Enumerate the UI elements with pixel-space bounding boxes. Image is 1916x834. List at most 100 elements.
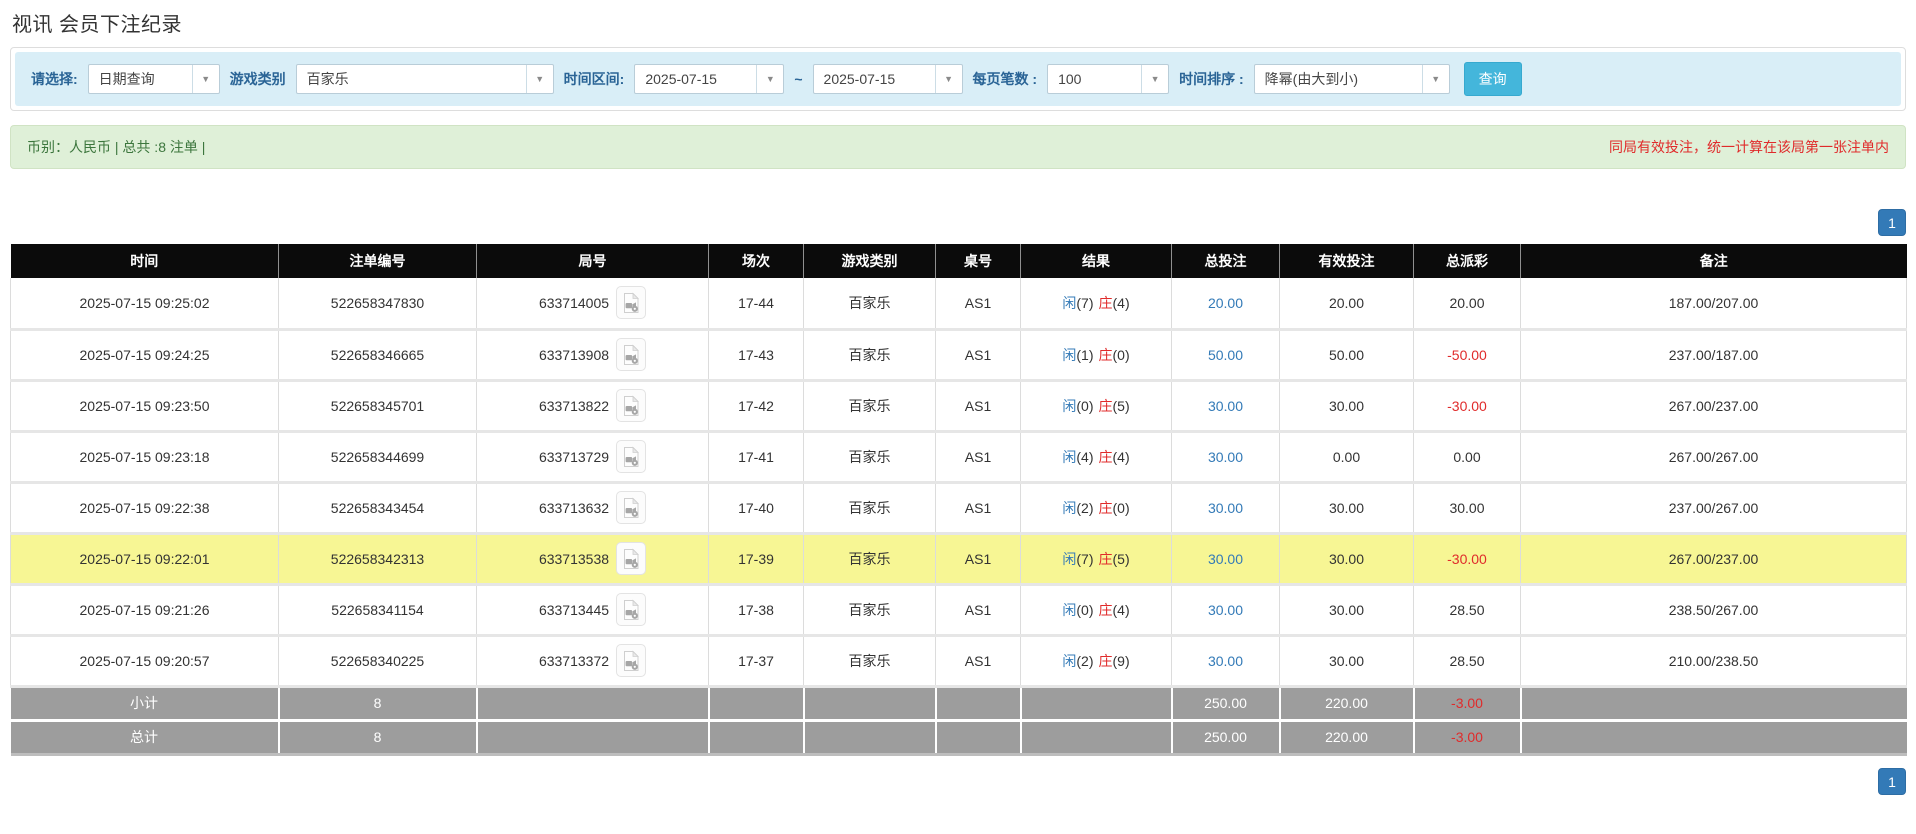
cell-summary-valid-bet: 220.00	[1279, 718, 1415, 756]
col-session: 场次	[708, 244, 804, 278]
cell-bet-id: 522658341154	[278, 584, 477, 637]
page-title: 视讯 会员下注纪录	[12, 14, 183, 36]
cell-round-id: 633713822	[476, 380, 709, 433]
cell-table-no: AS1	[935, 482, 1021, 535]
cell-result: 闲(2) 庄(0)	[1020, 482, 1172, 535]
cell-session: 17-43	[708, 329, 804, 382]
cell-table-no: AS1	[935, 533, 1021, 586]
col-payout: 总派彩	[1413, 244, 1521, 278]
cell-time: 2025-07-15 09:23:18	[10, 431, 279, 484]
result-player-label: 闲	[1062, 448, 1077, 465]
cell-session: 17-39	[708, 533, 804, 586]
date-to-select[interactable]: 2025-07-15 ▼	[812, 64, 963, 94]
total-bet-link[interactable]: 30.00	[1208, 500, 1243, 516]
col-time: 时间	[10, 244, 279, 278]
col-result: 结果	[1020, 244, 1172, 278]
cell-summary-valid-bet: 220.00	[1279, 686, 1415, 720]
table-row: 2025-07-15 09:23:50 522658345701 6337138…	[10, 380, 1907, 433]
table-body: 2025-07-15 09:25:02 522658347830 6337140…	[10, 278, 1907, 688]
date-from-select[interactable]: 2025-07-15 ▼	[634, 64, 785, 94]
video-file-icon[interactable]	[616, 491, 647, 524]
col-table-no: 桌号	[935, 244, 1021, 278]
total-bet-link[interactable]: 50.00	[1208, 347, 1243, 363]
time-order-label: 时间排序 :	[1179, 71, 1244, 87]
video-file-icon[interactable]	[616, 440, 647, 473]
cell-summary-label: 总计	[10, 718, 280, 756]
result-player-label: 闲	[1062, 550, 1077, 567]
col-bet-id: 注单编号	[278, 244, 477, 278]
search-button[interactable]: 查询	[1463, 62, 1522, 96]
cell-valid-bet: 30.00	[1279, 380, 1414, 433]
video-file-icon[interactable]	[616, 644, 647, 677]
cell-total-bet: 50.00	[1171, 329, 1280, 382]
video-file-icon[interactable]	[616, 338, 647, 371]
result-banker-label: 庄	[1098, 550, 1113, 567]
summary-row: 小计 8 250.00 220.00 -3.00	[10, 686, 1907, 720]
summary-bar: 币别：人民币 | 总共 :8 注单 | 同局有效投注，统一计算在该局第一张注单内	[10, 125, 1906, 169]
date-from-value: 2025-07-15	[645, 71, 717, 87]
cell-round-id: 633713372	[476, 635, 709, 688]
cell-game: 百家乐	[803, 380, 936, 433]
result-banker-label: 庄	[1098, 499, 1113, 516]
result-player-label: 闲	[1062, 601, 1077, 618]
video-file-icon[interactable]	[616, 286, 647, 320]
summary-notice: 同局有效投注，统一计算在该局第一张注单内	[1609, 139, 1889, 155]
cell-session: 17-41	[708, 431, 804, 484]
result-banker-label: 庄	[1098, 397, 1113, 414]
result-banker-points: (0)	[1112, 346, 1130, 363]
video-file-icon[interactable]	[616, 593, 647, 626]
time-order-select[interactable]: 降幂(由大到小) ▼	[1253, 64, 1450, 94]
cell-remark: 238.50/267.00	[1520, 584, 1907, 637]
cell-bet-id: 522658345701	[278, 380, 477, 433]
pagination-bottom: 1	[10, 767, 1906, 795]
result-banker-label: 庄	[1098, 652, 1113, 669]
cell-remark: 267.00/237.00	[1520, 533, 1907, 586]
table-row: 2025-07-15 09:22:38 522658343454 6337136…	[10, 482, 1907, 535]
total-bet-link[interactable]: 30.00	[1208, 551, 1243, 567]
total-bet-link[interactable]: 30.00	[1208, 449, 1243, 465]
cell-result: 闲(4) 庄(4)	[1020, 431, 1172, 484]
cell-valid-bet: 30.00	[1279, 533, 1414, 586]
cell-valid-bet: 30.00	[1279, 635, 1414, 688]
table-row: 2025-07-15 09:20:57 522658340225 6337133…	[10, 635, 1907, 688]
page-1-button[interactable]: 1	[1878, 767, 1906, 795]
cell-time: 2025-07-15 09:24:25	[10, 329, 279, 382]
cell-time: 2025-07-15 09:22:01	[10, 533, 279, 586]
result-banker-label: 庄	[1098, 294, 1113, 311]
result-player-label: 闲	[1062, 397, 1077, 414]
result-player-points: (7)	[1076, 550, 1094, 567]
page-1-button[interactable]: 1	[1878, 209, 1906, 236]
cell-total-bet: 30.00	[1171, 584, 1280, 637]
cell-table-no: AS1	[935, 329, 1021, 382]
cell-round-id: 633713632	[476, 482, 709, 535]
cell-valid-bet: 50.00	[1279, 329, 1414, 382]
chevron-down-icon: ▼	[1421, 65, 1449, 93]
cell-remark: 267.00/237.00	[1520, 380, 1907, 433]
cell-summary-count: 8	[278, 686, 478, 720]
chevron-down-icon: ▼	[934, 65, 962, 93]
total-bet-link[interactable]: 30.00	[1208, 398, 1243, 414]
page-size-select[interactable]: 100 ▼	[1047, 64, 1170, 94]
cell-summary-payout: -3.00	[1413, 718, 1522, 756]
cell-total-bet: 30.00	[1171, 431, 1280, 484]
result-player-points: (2)	[1076, 499, 1094, 516]
total-bet-link[interactable]: 20.00	[1208, 295, 1243, 311]
cell-bet-id: 522658347830	[278, 278, 477, 331]
cell-time: 2025-07-15 09:23:50	[10, 380, 279, 433]
total-bet-link[interactable]: 30.00	[1208, 653, 1243, 669]
cell-payout: 0.00	[1413, 431, 1521, 484]
result-player-points: (4)	[1076, 448, 1094, 465]
round-id-value: 633714005	[538, 294, 610, 311]
cell-valid-bet: 20.00	[1279, 278, 1414, 331]
video-file-icon[interactable]	[616, 389, 647, 422]
video-file-icon[interactable]	[616, 542, 647, 575]
cell-game: 百家乐	[803, 635, 936, 688]
cell-session: 17-42	[708, 380, 804, 433]
query-type-select[interactable]: 日期查询 ▼	[87, 64, 220, 94]
table-row: 2025-07-15 09:23:18 522658344699 6337137…	[10, 431, 1907, 484]
total-bet-link[interactable]: 30.00	[1208, 602, 1243, 618]
chevron-down-icon: ▼	[756, 65, 783, 93]
game-category-select[interactable]: 百家乐 ▼	[295, 64, 554, 94]
cell-payout: 28.50	[1413, 584, 1521, 637]
cell-game: 百家乐	[803, 584, 936, 637]
